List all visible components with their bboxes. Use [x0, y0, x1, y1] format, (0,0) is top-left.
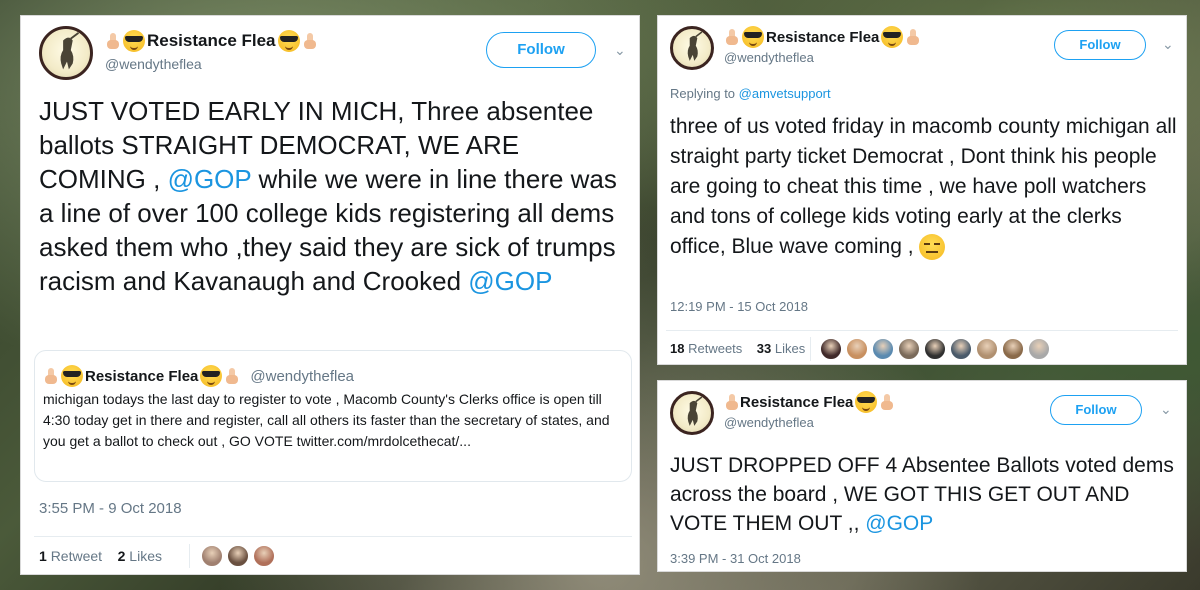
- quoted-text: michigan todays the last day to register…: [43, 391, 610, 449]
- middle-finger-icon: [224, 367, 240, 385]
- quoted-tweet[interactable]: Resistance Flea @wendytheflea michigan t…: [34, 350, 632, 482]
- sunglasses-face-icon: [61, 365, 83, 387]
- liker-avatar[interactable]: [871, 337, 895, 361]
- profile-avatar[interactable]: [670, 391, 714, 435]
- replying-to-line: Replying to @amvetsupport: [670, 86, 831, 101]
- neutral-face-icon: [919, 234, 946, 261]
- tweet-timestamp[interactable]: 3:55 PM - 9 Oct 2018: [39, 500, 182, 517]
- retweet-stat[interactable]: 1 Retweet: [39, 548, 102, 564]
- liker-avatar[interactable]: [226, 544, 250, 568]
- liker-avatar[interactable]: [1001, 337, 1025, 361]
- liker-avatar[interactable]: [252, 544, 276, 568]
- middle-finger-icon: [879, 393, 895, 411]
- display-name: Resistance Flea: [740, 393, 854, 411]
- user-handle[interactable]: @wendytheflea: [105, 56, 202, 72]
- liker-avatar[interactable]: [923, 337, 947, 361]
- chevron-down-icon[interactable]: ⌄: [1160, 401, 1172, 418]
- sunglasses-face-icon: [855, 391, 878, 413]
- display-name-row[interactable]: Resistance Flea: [105, 30, 318, 52]
- middle-finger-icon: [724, 28, 740, 46]
- engagement-stats: 1 Retweet 2 Likes: [39, 548, 162, 564]
- middle-finger-icon: [724, 393, 740, 411]
- liker-avatars: [810, 337, 1053, 361]
- sunglasses-face-icon: [200, 365, 223, 387]
- liker-avatars: [189, 544, 278, 568]
- user-handle[interactable]: @wendytheflea: [724, 50, 814, 65]
- tweet-timestamp[interactable]: 3:39 PM - 31 Oct 2018: [670, 551, 801, 566]
- tweet-text: JUST VOTED EARLY IN MICH, Three absentee…: [39, 94, 629, 298]
- tweet-text: three of us voted friday in macomb count…: [670, 112, 1180, 262]
- liker-avatar[interactable]: [897, 337, 921, 361]
- chevron-down-icon[interactable]: ⌄: [614, 42, 626, 59]
- mention-link[interactable]: @GOP: [468, 266, 552, 296]
- retweet-stat[interactable]: 18 Retweets: [670, 341, 742, 356]
- liker-avatar[interactable]: [200, 544, 224, 568]
- quoted-name-row: Resistance Flea @wendytheflea: [43, 365, 354, 387]
- sunglasses-face-icon: [881, 26, 904, 48]
- profile-avatar[interactable]: [39, 26, 93, 80]
- middle-finger-icon: [302, 32, 318, 50]
- tweet-timestamp[interactable]: 12:19 PM - 15 Oct 2018: [670, 299, 808, 314]
- liker-avatar[interactable]: [1027, 337, 1051, 361]
- sunglasses-face-icon: [123, 30, 145, 52]
- display-name: Resistance Flea: [147, 31, 276, 50]
- reply-mention-link[interactable]: @amvetsupport: [739, 86, 831, 101]
- user-handle[interactable]: @wendytheflea: [724, 415, 814, 430]
- chevron-down-icon[interactable]: ⌄: [1162, 36, 1174, 53]
- liker-avatar[interactable]: [975, 337, 999, 361]
- mention-link[interactable]: @GOP: [865, 512, 933, 535]
- display-name-row[interactable]: Resistance Flea: [724, 391, 895, 413]
- liker-avatar[interactable]: [949, 337, 973, 361]
- tweet-card-left: Resistance Flea @wendytheflea Follow ⌄ J…: [20, 15, 640, 575]
- divider: [666, 330, 1178, 331]
- mention-link[interactable]: @GOP: [168, 164, 252, 194]
- tweet-card-bottom-right: Resistance Flea @wendytheflea Follow ⌄ J…: [657, 380, 1187, 572]
- quoted-handle: @wendytheflea: [250, 367, 355, 385]
- display-name: Resistance Flea: [766, 28, 880, 46]
- likes-stat[interactable]: 33 Likes: [757, 341, 805, 356]
- profile-avatar[interactable]: [670, 26, 714, 70]
- middle-finger-icon: [905, 28, 921, 46]
- engagement-stats: 18 Retweets 33 Likes: [670, 341, 805, 356]
- tweet-text: JUST DROPPED OFF 4 Absentee Ballots vote…: [670, 451, 1182, 538]
- quoted-display-name: Resistance Flea: [85, 367, 199, 385]
- divider: [34, 536, 632, 537]
- liker-avatar[interactable]: [819, 337, 843, 361]
- middle-finger-icon: [105, 32, 121, 50]
- follow-button[interactable]: Follow: [1054, 30, 1146, 60]
- tweet-card-top-right: Resistance Flea @wendytheflea Follow ⌄ R…: [657, 15, 1187, 365]
- likes-stat[interactable]: 2 Likes: [118, 548, 162, 564]
- sunglasses-face-icon: [277, 30, 300, 52]
- liker-avatar[interactable]: [845, 337, 869, 361]
- sunglasses-face-icon: [742, 26, 764, 48]
- display-name-row[interactable]: Resistance Flea: [724, 26, 921, 48]
- middle-finger-icon: [43, 367, 59, 385]
- follow-button[interactable]: Follow: [1050, 395, 1142, 425]
- follow-button[interactable]: Follow: [486, 32, 596, 68]
